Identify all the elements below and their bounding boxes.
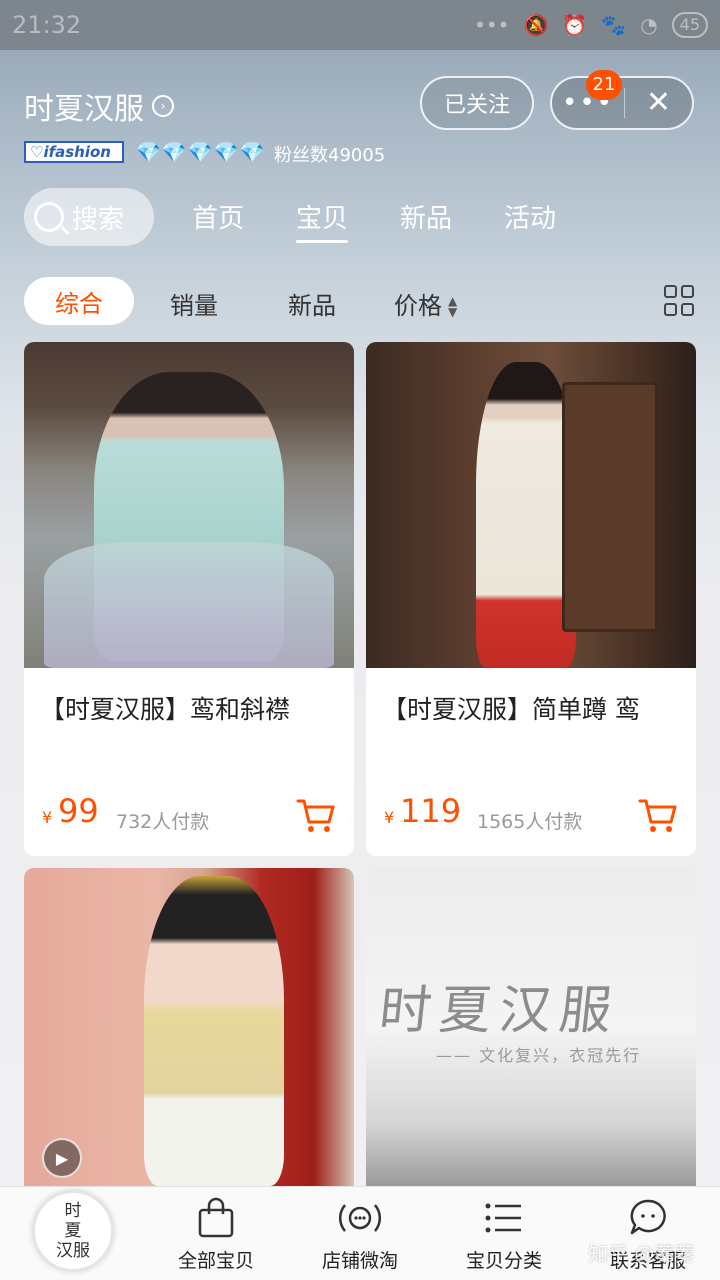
tab-products[interactable]: 宝贝: [296, 198, 349, 243]
play-video-icon[interactable]: ▶: [42, 1138, 82, 1178]
battery-icon: 45: [671, 12, 708, 38]
diamond-rating-icon: 💎💎💎💎💎: [136, 140, 266, 164]
status-icons: ••• 🔕 ⏰ 🐾 ◔ 45: [474, 12, 708, 38]
tab-home[interactable]: 首页: [192, 198, 244, 235]
sort-price-label: 价格: [394, 292, 442, 320]
sort-arrows-icon: ▲ ▼: [448, 294, 458, 319]
chevron-right-icon: ›: [152, 95, 174, 117]
shop-calligraphy-title: 时夏汉服: [376, 981, 623, 1041]
shop-name-text: 时夏汉服: [24, 92, 144, 127]
search-icon: [34, 202, 64, 232]
shop-logo[interactable]: 时夏汉服: [32, 1190, 114, 1272]
product-price: 99: [58, 792, 99, 830]
ifashion-logo-icon: ♡: [30, 143, 44, 161]
tab-categories[interactable]: 宝贝分类: [444, 1196, 564, 1273]
ifashion-label: ifashion: [43, 143, 111, 161]
shop-name[interactable]: 时夏汉服 ›: [24, 84, 174, 128]
product-price: 119: [400, 792, 462, 830]
ifashion-badge: ♡ifashion: [24, 141, 124, 163]
product-image: 时夏汉服 —— 文化复兴，衣冠先行: [366, 868, 696, 1186]
add-to-cart-icon[interactable]: [296, 798, 336, 834]
product-card[interactable]: 【时夏汉服】简单蹲 鸾 ¥ 119 1565人付款: [366, 342, 696, 856]
search-label: 搜索: [72, 204, 125, 235]
product-image: ▶: [24, 868, 354, 1186]
follow-button[interactable]: 已关注: [420, 76, 534, 130]
currency-symbol: ¥: [384, 808, 395, 827]
tab-all-products-label: 全部宝贝: [177, 1250, 254, 1272]
category-list-icon: [485, 1203, 521, 1233]
notification-badge: 21: [586, 70, 622, 100]
sort-price[interactable]: 价格 ▲ ▼: [394, 286, 457, 321]
shopping-bag-icon: [198, 1197, 234, 1238]
watermark: 知乎 @蓁蓁: [588, 1242, 695, 1266]
product-title: 【时夏汉服】鸾和斜襟: [40, 695, 291, 724]
status-bar: 21:32 ••• 🔕 ⏰ 🐾 ◔ 45: [0, 0, 720, 50]
paw-icon: 🐾: [601, 13, 627, 37]
close-icon[interactable]: ✕: [625, 78, 692, 128]
tab-shop-feed[interactable]: 店铺微淘: [300, 1196, 420, 1273]
sort-comprehensive[interactable]: 综合: [24, 277, 134, 325]
mute-icon: 🔕: [523, 13, 549, 37]
customer-service-icon: [630, 1199, 666, 1235]
signal-dots-icon: •••: [474, 13, 510, 37]
fans-count: 粉丝数49005: [274, 145, 386, 166]
capsule-menu: ••• ✕: [550, 76, 694, 130]
product-card[interactable]: 时夏汉服 —— 文化复兴，衣冠先行: [366, 868, 696, 1186]
search-button[interactable]: 搜索: [24, 188, 154, 246]
shop-slogan: —— 文化复兴，衣冠先行: [436, 1046, 642, 1065]
product-card[interactable]: ▶: [24, 868, 354, 1186]
tab-new[interactable]: 新品: [400, 198, 452, 235]
alarm-icon: ⏰: [562, 13, 588, 37]
grid-view-icon[interactable]: [664, 285, 696, 317]
wifi-icon: ◔: [640, 13, 658, 37]
currency-symbol: ¥: [42, 808, 53, 827]
sold-count: 732人付款: [116, 811, 210, 833]
tab-categories-label: 宝贝分类: [465, 1250, 542, 1272]
sort-sales[interactable]: 销量: [170, 286, 218, 321]
tab-shop-feed-label: 店铺微淘: [321, 1250, 398, 1272]
tab-events[interactable]: 活动: [504, 198, 556, 235]
product-image: [24, 342, 354, 668]
broadcast-chat-icon: [338, 1204, 382, 1232]
sort-new[interactable]: 新品: [288, 286, 336, 321]
add-to-cart-icon[interactable]: [638, 798, 678, 834]
product-title: 【时夏汉服】简单蹲 鸾: [382, 695, 640, 724]
tab-all-products[interactable]: 全部宝贝: [156, 1196, 276, 1273]
product-image: [366, 342, 696, 668]
product-card[interactable]: 【时夏汉服】鸾和斜襟 ¥ 99 732人付款: [24, 342, 354, 856]
status-time: 21:32: [12, 11, 82, 39]
shop-logo-text: 时夏汉服: [56, 1201, 90, 1261]
sold-count: 1565人付款: [477, 811, 583, 833]
